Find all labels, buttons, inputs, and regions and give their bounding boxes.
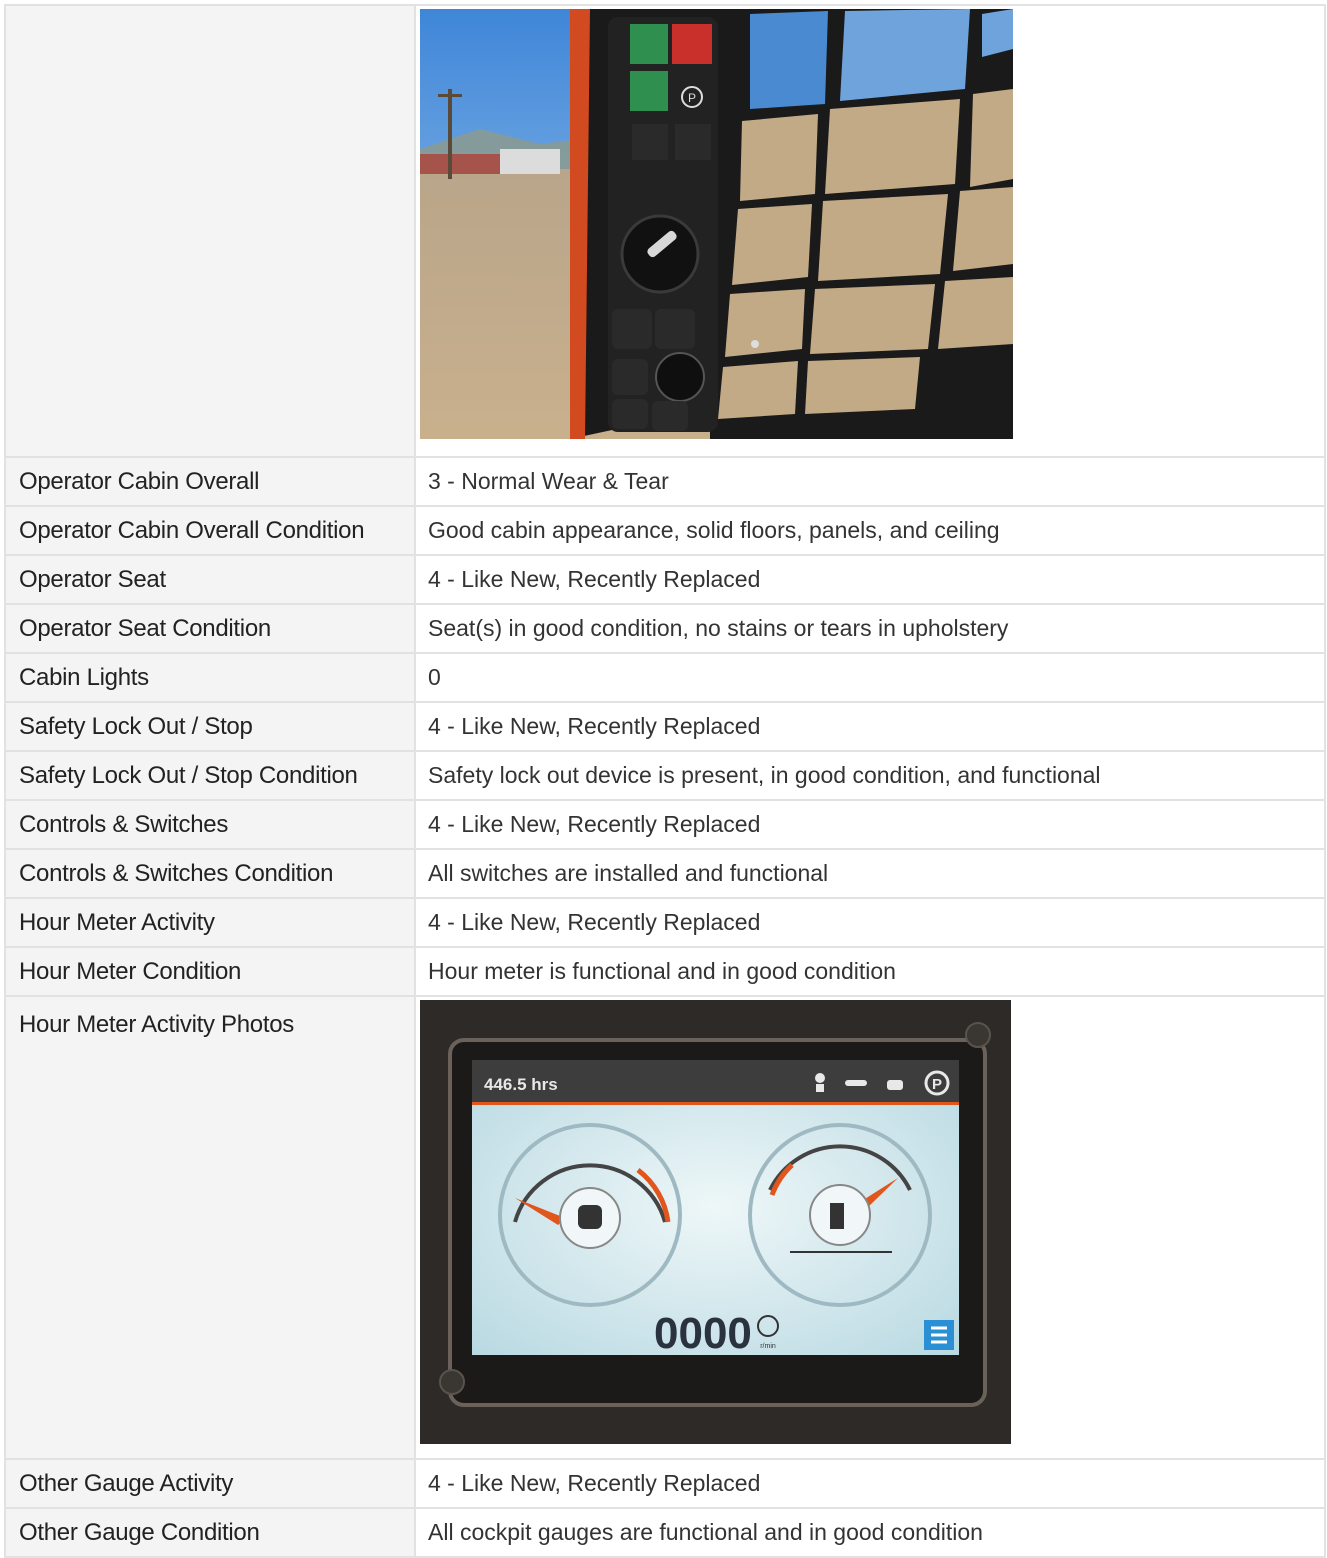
row-value: Good cabin appearance, solid floors, pan…	[414, 505, 1326, 556]
inspection-table: P Operator Cabin Overall 3 - Normal Wear…	[4, 4, 1326, 1558]
row-value: All cockpit gauges are functional and in…	[414, 1507, 1326, 1558]
table-row: Hour Meter Activity Photos 446.5 hrs P 0…	[4, 995, 1326, 1460]
svg-text:P: P	[932, 1076, 942, 1093]
row-value: 3 - Normal Wear & Tear	[414, 456, 1326, 507]
photo-cell: P	[414, 4, 1326, 458]
table-row: Controls & Switches Condition All switch…	[4, 848, 1326, 899]
rpm-readout: 0000	[654, 1309, 752, 1358]
row-value: 4 - Like New, Recently Replaced	[414, 799, 1326, 850]
row-label	[4, 4, 416, 458]
table-row: Operator Seat 4 - Like New, Recently Rep…	[4, 554, 1326, 605]
table-row: P	[4, 4, 1326, 458]
row-value: 0	[414, 652, 1326, 703]
row-value: 4 - Like New, Recently Replaced	[414, 1458, 1326, 1509]
photo-cell: 446.5 hrs P 0000 r/min	[414, 995, 1326, 1460]
table-row: Other Gauge Activity 4 - Like New, Recen…	[4, 1458, 1326, 1509]
row-label: Controls & Switches	[4, 799, 416, 850]
row-value: Seat(s) in good condition, no stains or …	[414, 603, 1326, 654]
table-row: Operator Cabin Overall Condition Good ca…	[4, 505, 1326, 556]
row-value: Safety lock out device is present, in go…	[414, 750, 1326, 801]
row-label: Hour Meter Condition	[4, 946, 416, 997]
rpm-unit: r/min	[760, 1343, 776, 1350]
row-value: Hour meter is functional and in good con…	[414, 946, 1326, 997]
table-row: Operator Seat Condition Seat(s) in good …	[4, 603, 1326, 654]
table-row: Cabin Lights 0	[4, 652, 1326, 703]
row-label: Operator Seat Condition	[4, 603, 416, 654]
row-label: Other Gauge Condition	[4, 1507, 416, 1558]
row-value: 4 - Like New, Recently Replaced	[414, 554, 1326, 605]
hours-readout: 446.5 hrs	[484, 1075, 558, 1094]
row-label: Operator Cabin Overall Condition	[4, 505, 416, 556]
table-row: Safety Lock Out / Stop 4 - Like New, Rec…	[4, 701, 1326, 752]
row-label: Controls & Switches Condition	[4, 848, 416, 899]
row-value: 4 - Like New, Recently Replaced	[414, 701, 1326, 752]
row-label: Operator Cabin Overall	[4, 456, 416, 507]
table-row: Operator Cabin Overall 3 - Normal Wear &…	[4, 456, 1326, 507]
row-label: Safety Lock Out / Stop	[4, 701, 416, 752]
row-label: Safety Lock Out / Stop Condition	[4, 750, 416, 801]
table-row: Hour Meter Condition Hour meter is funct…	[4, 946, 1326, 997]
row-value: 4 - Like New, Recently Replaced	[414, 897, 1326, 948]
row-value: All switches are installed and functiona…	[414, 848, 1326, 899]
row-label: Hour Meter Activity Photos	[4, 995, 416, 1460]
svg-text:P: P	[688, 91, 696, 105]
row-label: Operator Seat	[4, 554, 416, 605]
hour-meter-photo[interactable]: 446.5 hrs P 0000 r/min	[420, 1000, 1324, 1444]
table-row: Hour Meter Activity 4 - Like New, Recent…	[4, 897, 1326, 948]
table-row: Safety Lock Out / Stop Condition Safety …	[4, 750, 1326, 801]
row-label: Hour Meter Activity	[4, 897, 416, 948]
table-row: Other Gauge Condition All cockpit gauges…	[4, 1507, 1326, 1558]
row-label: Other Gauge Activity	[4, 1458, 416, 1509]
cabin-controls-photo[interactable]: P	[420, 9, 1324, 439]
row-label: Cabin Lights	[4, 652, 416, 703]
table-row: Controls & Switches 4 - Like New, Recent…	[4, 799, 1326, 850]
